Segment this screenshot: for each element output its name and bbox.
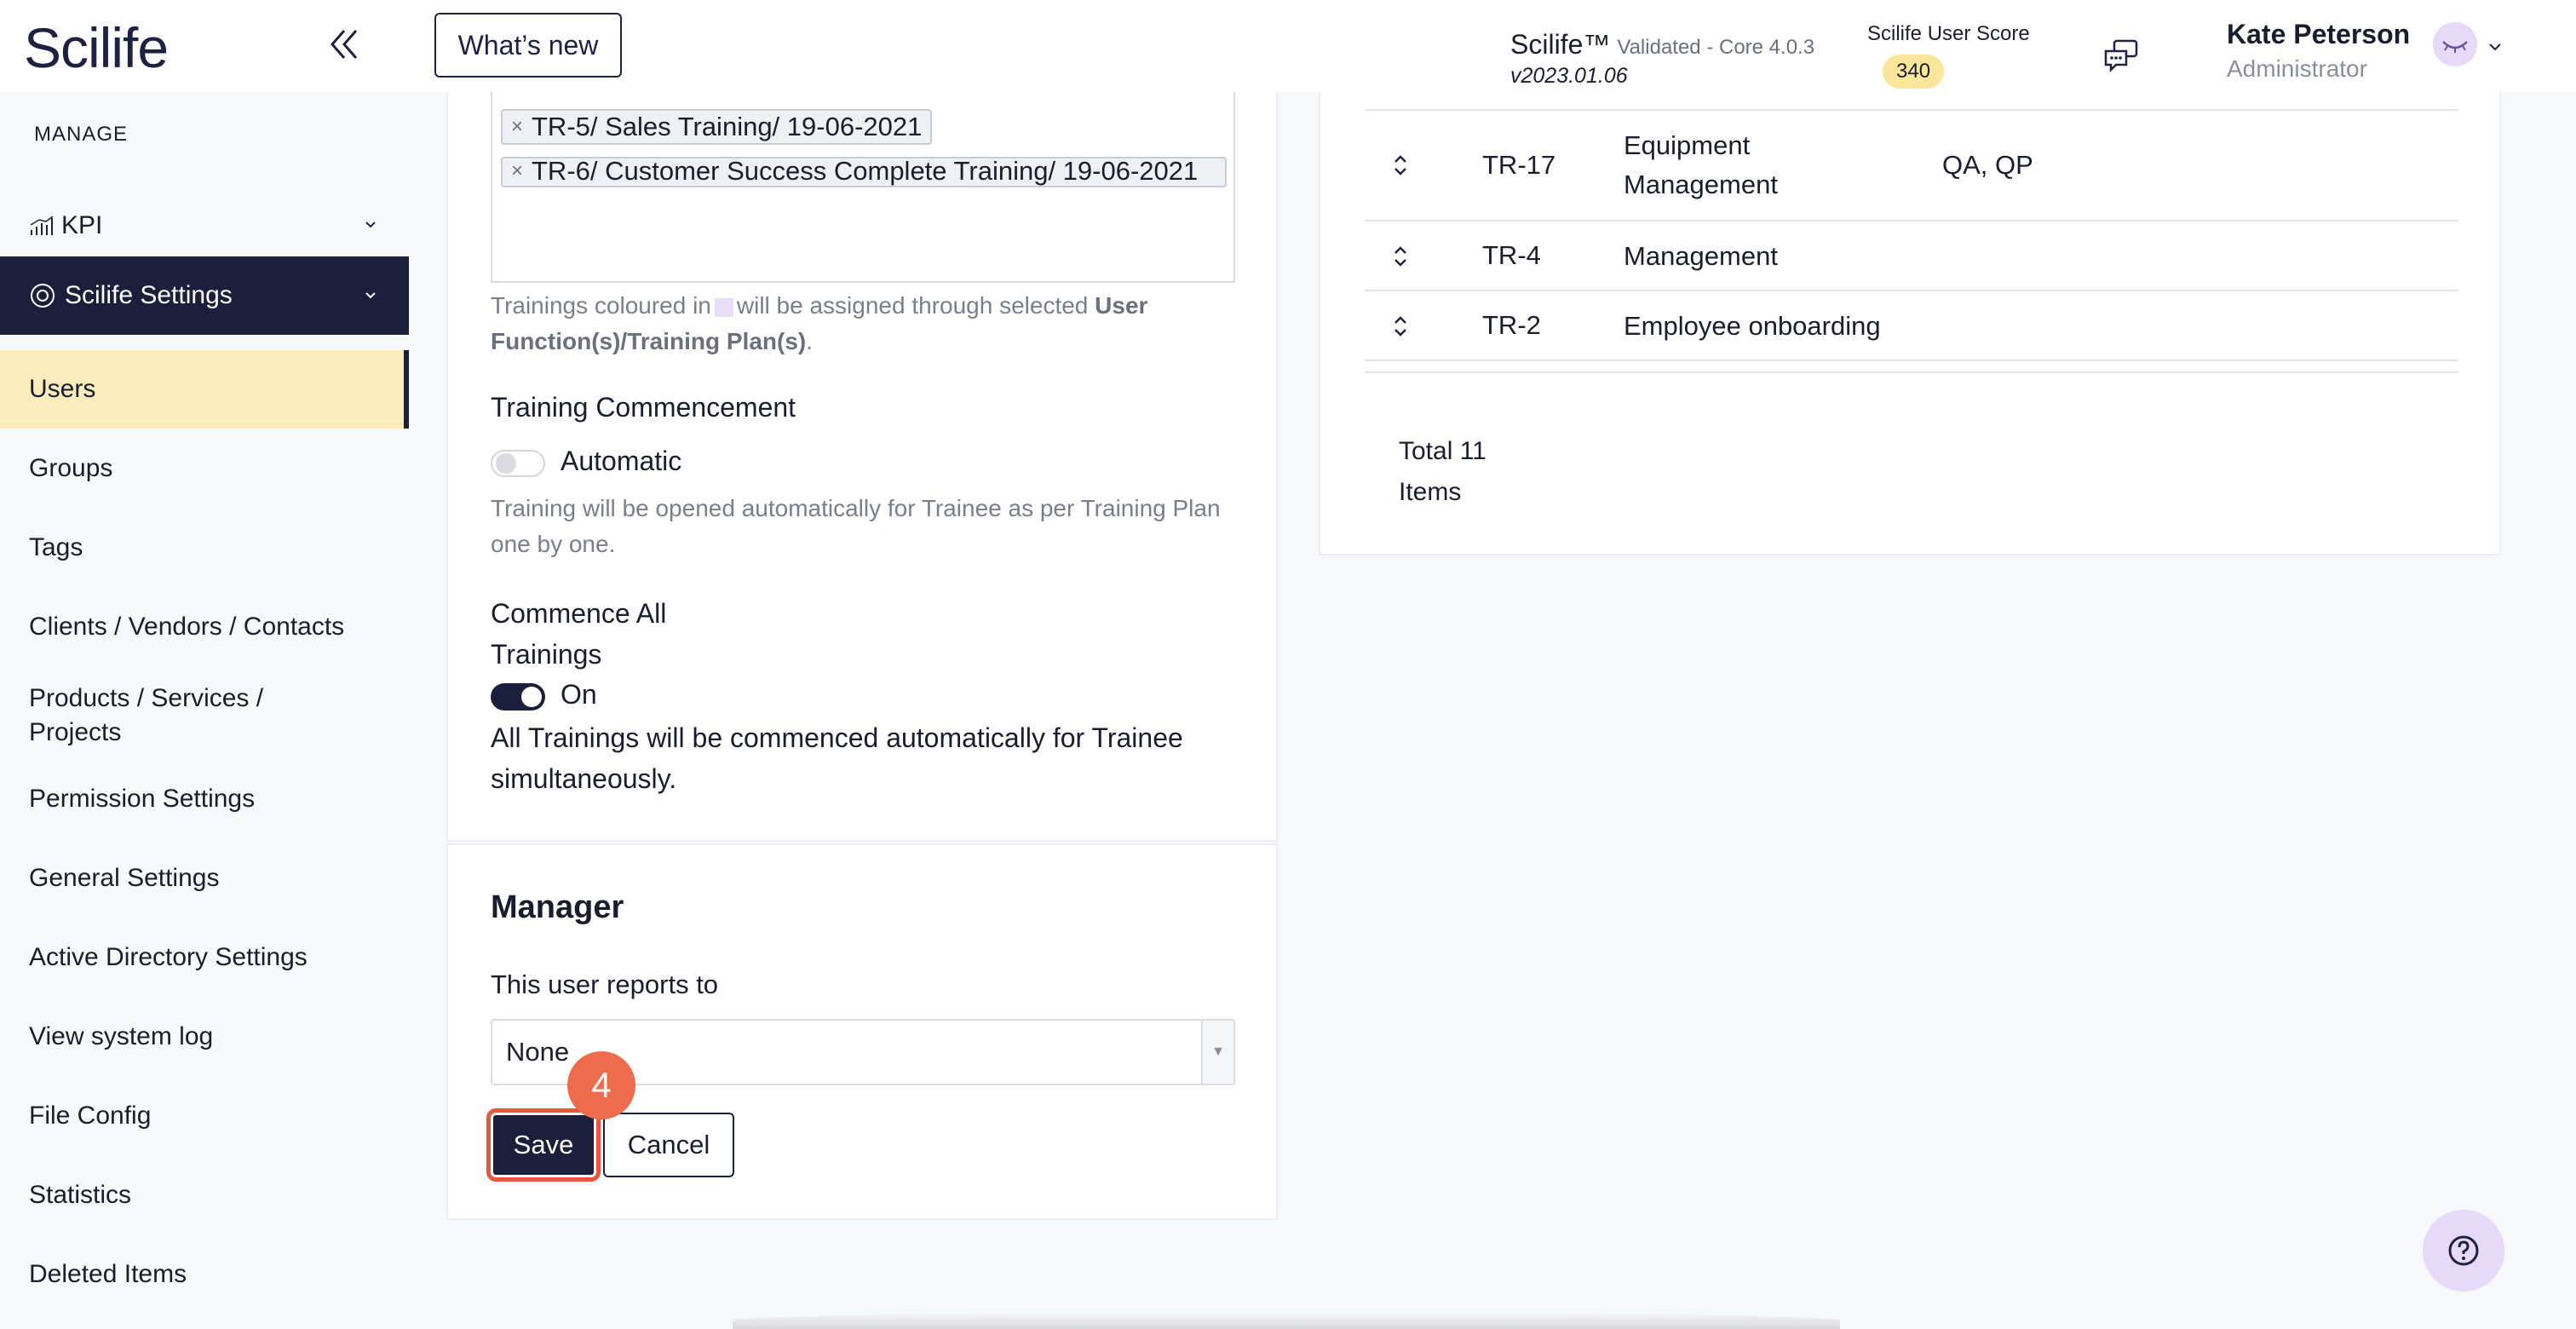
- user-info[interactable]: Kate Peterson Administrator: [2227, 19, 2410, 83]
- commence-all-toggle[interactable]: [491, 683, 545, 711]
- help-icon: [2448, 1235, 2479, 1266]
- sidebar-item-general-settings[interactable]: General Settings: [0, 839, 409, 918]
- user-role: Administrator: [2227, 55, 2367, 82]
- dropdown-arrow-icon[interactable]: ▼: [1201, 1021, 1233, 1084]
- training-groups: QA, QP: [1942, 150, 2033, 180]
- user-score-badge: 340: [1883, 55, 1945, 89]
- commence-all-state: On: [561, 679, 597, 710]
- colour-note: Trainings coloured in will be assigned th…: [491, 288, 1240, 360]
- chat-icon[interactable]: [2102, 37, 2140, 75]
- training-chip[interactable]: × TR-6/ Customer Success Complete Traini…: [501, 157, 1227, 187]
- sidebar-item-permission-settings[interactable]: Permission Settings: [0, 760, 409, 838]
- training-id: TR-4: [1482, 240, 1541, 270]
- step-badge: 4: [567, 1051, 635, 1119]
- chevron-down-icon: [365, 292, 376, 299]
- user-score: Scilife User Score 340: [1867, 22, 2030, 89]
- sidebar: MANAGE KPI Scilife Settings Users Groups…: [0, 92, 409, 1329]
- bottom-scroll-shadow: [733, 1312, 1840, 1329]
- product-validation: Validated - Core 4.0.3: [1617, 36, 1815, 59]
- training-id: TR-17: [1482, 150, 1556, 180]
- training-name: Management: [1624, 241, 1778, 271]
- chevron-down-icon[interactable]: [2486, 37, 2504, 56]
- sidebar-item-scilife-settings[interactable]: Scilife Settings: [0, 256, 409, 335]
- sort-icon[interactable]: [1390, 313, 1411, 340]
- colour-note-text: Trainings coloured in: [491, 292, 711, 319]
- total-items: Total 11 Items: [1399, 437, 1486, 506]
- training-chip[interactable]: × TR-5/ Sales Training/ 19-06-2021: [501, 109, 933, 145]
- sidebar-section-label: MANAGE: [34, 123, 129, 146]
- toggle-knob: [521, 687, 542, 707]
- automatic-toggle[interactable]: [491, 450, 545, 477]
- table-row[interactable]: TR-17 Equipment Management QA, QP: [1365, 111, 2458, 222]
- sidebar-item-file-config[interactable]: File Config: [0, 1077, 409, 1155]
- cancel-button[interactable]: Cancel: [603, 1113, 734, 1177]
- training-name: Employee onboarding: [1624, 311, 1881, 341]
- toggle-knob: [496, 453, 516, 474]
- version-info: Scilife™ Validated - Core 4.0.3 v2023.01.…: [1510, 29, 1814, 89]
- commence-all-help: All Trainings will be commenced automati…: [491, 722, 1183, 794]
- user-score-label: Scilife User Score: [1867, 22, 2030, 45]
- sidebar-item-statistics[interactable]: Statistics: [0, 1156, 409, 1234]
- sidebar-item-kpi[interactable]: KPI: [0, 193, 409, 257]
- sidebar-item-products-services-projects[interactable]: Products / Services / Projects: [0, 676, 324, 755]
- sort-icon[interactable]: [1390, 243, 1411, 270]
- product-version: v2023.01.06: [1510, 64, 1628, 88]
- avatar[interactable]: [2433, 22, 2477, 66]
- sidebar-item-tags[interactable]: Tags: [0, 509, 409, 587]
- chevron-down-icon: [365, 222, 376, 228]
- manager-title: Manager: [491, 889, 624, 925]
- sidebar-item-deleted-items[interactable]: Deleted Items: [0, 1235, 409, 1314]
- sidebar-item-view-system-log[interactable]: View system log: [0, 998, 409, 1076]
- training-chip-label: TR-5/ Sales Training/ 19-06-2021: [532, 112, 923, 141]
- manager-card: Manager This user reports to None ▼ Save…: [446, 843, 1278, 1220]
- user-name: Kate Peterson: [2227, 19, 2411, 49]
- training-settings-card: × TR-5/ Sales Training/ 19-06-2021 × TR-…: [446, 41, 1278, 842]
- training-id: TR-2: [1482, 310, 1541, 340]
- remove-chip-icon[interactable]: ×: [511, 160, 523, 182]
- save-button[interactable]: Save: [491, 1113, 596, 1177]
- kpi-chart-icon: [30, 216, 54, 235]
- automatic-help: Training will be opened automatically fo…: [491, 495, 1221, 557]
- sidebar-item-users[interactable]: Users: [0, 350, 409, 429]
- sidebar-item-label: KPI: [61, 211, 103, 239]
- sidebar-item-label: Scilife Settings: [65, 281, 233, 309]
- table-footer-divider: [1365, 361, 2458, 373]
- avatar-icon: [2442, 41, 2468, 53]
- sort-icon[interactable]: [1390, 152, 1411, 179]
- sidebar-item-clients-vendors-contacts[interactable]: Clients / Vendors / Contacts: [0, 588, 409, 666]
- collapse-sidebar-icon[interactable]: [324, 24, 365, 65]
- remove-chip-icon[interactable]: ×: [511, 112, 523, 141]
- assigned-colour-swatch: [714, 297, 733, 317]
- table-row[interactable]: TR-4 Management: [1365, 222, 2458, 291]
- whats-new-button[interactable]: What’s new: [434, 13, 622, 78]
- reports-to-label: This user reports to: [491, 969, 719, 999]
- colour-note-text: .: [806, 328, 814, 354]
- top-header: Scilife What’s new Scilife™ Validated - C…: [0, 0, 2576, 92]
- colour-note-text: will be assigned through selected: [736, 292, 1089, 319]
- training-chip-label: TR-6/ Customer Success Complete Training…: [532, 156, 1199, 186]
- help-button[interactable]: [2423, 1210, 2504, 1292]
- commence-all-title: Commence All Trainings: [491, 598, 667, 670]
- reports-to-value: None: [506, 1037, 570, 1067]
- trainings-table-card: TR-17 Equipment Management QA, QP TR-4 M…: [1319, 51, 2501, 555]
- sidebar-item-active-directory-settings[interactable]: Active Directory Settings: [0, 918, 409, 997]
- scilife-logo[interactable]: Scilife: [24, 15, 169, 80]
- training-name: Equipment Management: [1624, 130, 1778, 199]
- training-commencement-title: Training Commencement: [491, 392, 796, 423]
- automatic-label: Automatic: [561, 446, 682, 476]
- table-row[interactable]: TR-2 Employee onboarding: [1365, 291, 2458, 361]
- sidebar-item-groups[interactable]: Groups: [0, 429, 409, 508]
- product-name: Scilife™: [1510, 29, 1611, 60]
- settings-icon: [31, 284, 55, 308]
